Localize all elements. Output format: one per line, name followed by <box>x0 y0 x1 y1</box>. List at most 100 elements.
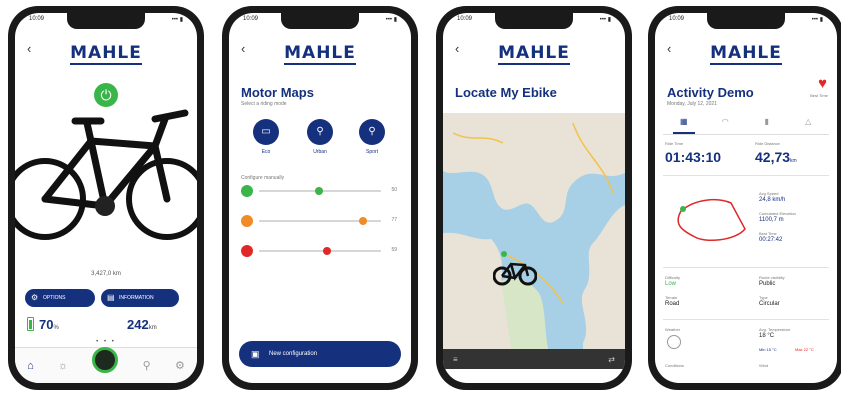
section-label: Configure manually <box>241 175 285 181</box>
best-time-label: Best Time <box>759 231 777 236</box>
slider-value: 59 <box>391 247 397 253</box>
wrench-icon: ⚙ <box>31 293 39 302</box>
configuration-icon: ▣ <box>251 349 260 359</box>
ebike-marker-icon[interactable] <box>493 258 537 286</box>
notch <box>67 13 145 29</box>
battery-icon: ▭ <box>261 126 271 137</box>
mode-urban-button[interactable]: ⚲ <box>307 119 333 145</box>
screen-activity: 10:09 ••• ▮ ‹ MAHLE Activity Demo ♥ Best… <box>655 13 837 383</box>
distance-value: 42,73km <box>755 149 797 165</box>
status-time: 10:09 <box>243 16 259 22</box>
divider <box>663 175 829 176</box>
route-visibility-value: Public <box>759 281 776 287</box>
status-icons: ••• ▮ <box>171 17 183 23</box>
elevation-label: Cumulated Elevation <box>759 211 796 216</box>
type-label: Type <box>759 295 768 300</box>
page-dots: • • • <box>96 339 116 345</box>
activity-tabs: ▦ ◠ ▮ △ <box>663 117 829 135</box>
odometer: 3,427,0 km <box>91 271 121 277</box>
slider-track <box>259 250 381 252</box>
mode-eco-label: Eco <box>261 149 271 155</box>
status-icons: ••• ▮ <box>811 17 823 23</box>
ride-time-label: Ride Time <box>665 141 684 146</box>
slider-knob[interactable] <box>359 217 367 225</box>
slider-dot <box>241 215 253 227</box>
status-time: 10:09 <box>29 16 45 22</box>
slider-green[interactable]: 50 <box>241 185 397 199</box>
map-icon[interactable]: ▦ <box>672 117 695 134</box>
terrain-value: Road <box>665 301 680 307</box>
map-view[interactable] <box>443 113 625 361</box>
map-land <box>443 113 625 361</box>
heart-icon[interactable]: ♥ <box>818 75 827 92</box>
mahle-logo: MAHLE <box>710 43 782 65</box>
notch <box>495 13 573 29</box>
best-time-value: 00:27:42 <box>759 237 783 243</box>
min-temp: Min 15 °C <box>759 347 777 352</box>
bike-icon[interactable]: ⚲ <box>143 359 151 372</box>
directions-icon[interactable]: ⇄ <box>608 355 615 364</box>
type-value: Circular <box>759 301 780 307</box>
battery-stat: 70% <box>39 317 59 332</box>
terrain-label: Terrain <box>665 295 678 300</box>
page-title: Activity Demo <box>667 85 754 100</box>
cyclist-fast-icon: ⚲ <box>368 126 376 137</box>
status-icons: ••• ▮ <box>385 17 397 23</box>
mode-sport-label: Sport <box>366 149 378 155</box>
temperature-value: 18 °C <box>759 333 775 339</box>
temperature-label: Avg. Temperature <box>759 327 791 332</box>
difficulty-value: Low <box>665 281 677 287</box>
home-icon[interactable]: ⌂ <box>27 360 34 372</box>
sun-icon[interactable]: ☼ <box>58 360 68 372</box>
gear-icon[interactable]: ⚙ <box>175 359 185 372</box>
new-configuration-label: New configuration <box>269 351 318 357</box>
battery-icon[interactable]: ▮ <box>756 117 778 134</box>
mode-urban-label: Urban <box>313 149 327 155</box>
phone-activity: 10:09 ••• ▮ ‹ MAHLE Activity Demo ♥ Best… <box>648 6 841 390</box>
ebike-image <box>15 109 197 240</box>
power-dial-icon[interactable] <box>92 346 119 373</box>
app-showcase: 10:09 ••• ▮ ‹ MAHLE ⏻ 3,427,0 km ⚙ OPTIO… <box>0 0 841 394</box>
mode-sport-button[interactable]: ⚲ <box>359 119 385 145</box>
slider-orange[interactable]: 77 <box>241 215 397 229</box>
screen-locate: 10:09 ••• ▮ ‹ MAHLE Locate My Ebike ≡ ⇄ <box>443 13 625 383</box>
slider-dot <box>241 245 253 257</box>
status-time: 10:09 <box>669 16 685 22</box>
speed-icon[interactable]: ◠ <box>714 117 736 134</box>
slider-knob[interactable] <box>323 247 331 255</box>
menu-icon[interactable]: ≡ <box>453 355 458 364</box>
weather-icon <box>667 335 681 349</box>
battery-icon <box>27 317 34 331</box>
slider-value: 50 <box>391 187 397 193</box>
wind-label: Wind <box>759 363 769 368</box>
status-icons: ••• ▮ <box>599 17 611 23</box>
avg-speed-label: Avg Speed <box>759 191 779 196</box>
ride-time-value: 01:43:10 <box>665 149 722 165</box>
slider-knob[interactable] <box>315 187 323 195</box>
screen-home: 10:09 ••• ▮ ‹ MAHLE ⏻ 3,427,0 km ⚙ OPTIO… <box>15 13 197 383</box>
phone-locate: 10:09 ••• ▮ ‹ MAHLE Locate My Ebike ≡ ⇄ <box>436 6 632 390</box>
notch <box>281 13 359 29</box>
cyclist-icon: ⚲ <box>316 126 324 137</box>
weather-label: Weather <box>665 327 681 332</box>
mahle-logo: MAHLE <box>498 43 570 65</box>
heart-label: Best Time <box>810 93 828 98</box>
avg-speed-value: 24,8 km/h <box>759 197 786 203</box>
max-temp: Max 22 °C <box>795 347 814 352</box>
route-visibility-label: Route visibility <box>759 275 785 280</box>
route-map <box>677 198 746 242</box>
notch <box>707 13 785 29</box>
difficulty-label: Difficulty <box>665 275 681 280</box>
options-button[interactable]: ⚙ OPTIONS <box>25 289 95 307</box>
status-time: 10:09 <box>457 16 473 22</box>
mountain-icon[interactable]: △ <box>797 117 819 134</box>
phone-home: 10:09 ••• ▮ ‹ MAHLE ⏻ 3,427,0 km ⚙ OPTIO… <box>8 6 204 390</box>
mode-eco-button[interactable]: ▭ <box>253 119 279 145</box>
elevation-value: 1100,7 m <box>759 217 784 223</box>
conditions-label: Conditions <box>665 363 684 368</box>
slider-red[interactable]: 59 <box>241 245 397 259</box>
screen-motor-maps: 10:09 ••• ▮ ‹ MAHLE Motor Maps Select a … <box>229 13 411 383</box>
new-configuration-button[interactable]: ▣ New configuration <box>239 341 401 367</box>
information-button[interactable]: ▤ INFORMATION <box>101 289 179 307</box>
options-label: OPTIONS <box>43 295 66 301</box>
